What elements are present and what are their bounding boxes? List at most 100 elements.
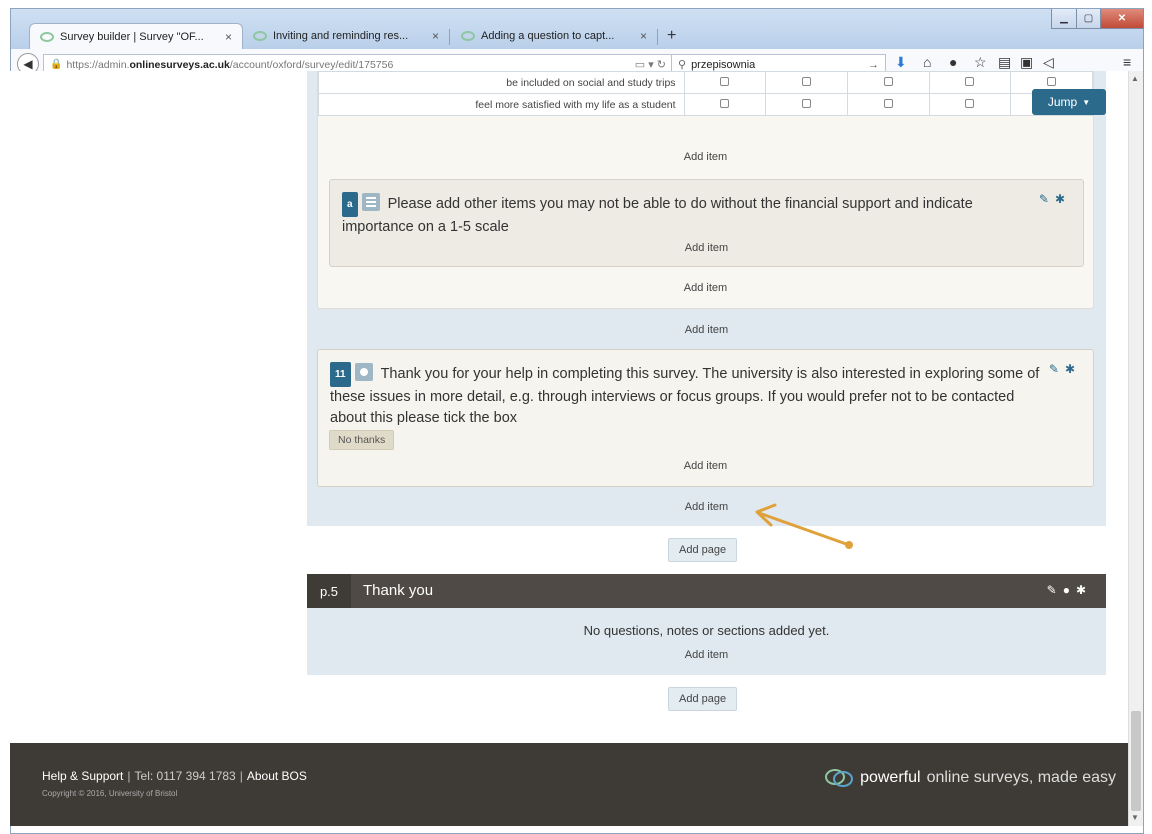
add-page-button[interactable]: Add page (668, 538, 738, 562)
brand-rest: online surveys, made easy (926, 769, 1116, 786)
bookmarks-list-icon[interactable]: ▤ (998, 54, 1011, 71)
add-item-link[interactable]: Add item (318, 151, 1093, 163)
lock-icon: 🔒 (50, 59, 63, 70)
add-item-link[interactable]: Add item (330, 242, 1083, 254)
matrix-checkbox[interactable] (720, 98, 730, 108)
page-title: Thank you (363, 582, 434, 599)
url-prefix: https://admin. (66, 58, 130, 71)
gear-icon[interactable]: ✱ (1065, 362, 1081, 376)
table-row: be included on social and study trips (318, 71, 1093, 94)
telephone-text: Tel: 0117 394 1783 (134, 769, 236, 783)
question-badge: 11 (330, 362, 351, 387)
tab-label: Survey builder | Survey "OF... (60, 30, 204, 43)
close-window-button[interactable]: ✕ (1100, 9, 1144, 29)
tab-adding-question[interactable]: Adding a question to capt... × (451, 23, 657, 49)
url-path: /account/oxford/survey/edit/175756 (229, 58, 394, 71)
bookmark-star-icon[interactable]: ☆ (974, 54, 987, 71)
matrix-checkbox[interactable] (965, 76, 975, 86)
gear-icon[interactable]: ✱ (1055, 192, 1071, 206)
page-4-body: be included on social and study trips fe… (307, 71, 1106, 526)
caret-down-icon: ▼ (1082, 97, 1091, 107)
tab-separator (449, 29, 450, 45)
footer-links: Help & Support | Tel: 0117 394 1783 | About … (42, 769, 307, 783)
text-question-icon (361, 193, 380, 211)
gear-icon[interactable]: ✱ (1076, 583, 1092, 597)
pencil-icon[interactable]: ✎ (1049, 362, 1065, 376)
pocket-icon[interactable]: ▣ (1020, 54, 1033, 71)
brand-tagline: powerful online surveys, made easy (824, 767, 1116, 789)
radio-question-icon (354, 363, 373, 381)
question-card-11: 11 Thank you for your help in completing … (317, 349, 1094, 487)
matrix-checkbox[interactable] (802, 76, 812, 86)
question-text-block: 11 Thank you for your help in completing … (330, 362, 1045, 429)
eye-icon[interactable]: ● (1063, 583, 1076, 597)
page-number: p.5 (307, 574, 351, 608)
section-block: be included on social and study trips fe… (317, 71, 1094, 309)
pencil-icon[interactable]: ✎ (1039, 192, 1055, 206)
answer-option: No thanks (329, 430, 395, 450)
about-bos-link[interactable]: About BOS (247, 769, 307, 783)
tab-label: Inviting and reminding res... (273, 30, 409, 42)
question-text: Thank you for your help in completing th… (330, 366, 1040, 426)
add-page-button[interactable]: Add page (668, 687, 738, 711)
matrix-checkbox[interactable] (720, 76, 730, 86)
search-go-icon[interactable]: → (868, 59, 879, 71)
site-footer: Help & Support | Tel: 0117 394 1783 | About … (10, 743, 1128, 826)
copyright-text: Copyright © 2016, University of Bristol (42, 789, 178, 798)
tab-survey-builder[interactable]: Survey builder | Survey "OF... × (29, 23, 243, 49)
tab-inviting-reminding[interactable]: Inviting and reminding res... × (243, 23, 449, 49)
matrix-checkbox[interactable] (883, 98, 893, 108)
question-card-a: a Please add other items you may not be a… (329, 179, 1084, 267)
matrix-row-label: be included on social and study trips (318, 71, 685, 94)
brand-strong: powerful (860, 769, 921, 786)
help-support-link[interactable]: Help & Support (42, 769, 123, 783)
empty-page-message: No questions, notes or sections added ye… (583, 623, 830, 638)
matrix-checkbox[interactable] (965, 98, 975, 108)
pencil-icon[interactable]: ✎ (1047, 583, 1063, 597)
add-item-link[interactable]: Add item (307, 649, 1106, 661)
site-favicon-icon (461, 31, 475, 41)
reader-refresh-icons[interactable]: ▭ ▾ ↻ (635, 58, 666, 71)
matrix-table: be included on social and study trips fe… (318, 71, 1093, 116)
add-item-link-highlighted[interactable]: Add item (307, 501, 1106, 513)
scroll-up-icon[interactable]: ▲ (1131, 74, 1139, 83)
site-favicon-icon (253, 31, 267, 41)
jump-button[interactable]: Jump ▼ (1032, 89, 1106, 115)
tab-separator (657, 29, 658, 45)
question-text-block: a Please add other items you may not be a… (342, 192, 1035, 238)
matrix-checkbox[interactable] (883, 76, 893, 86)
minimize-button[interactable]: ▁ (1051, 9, 1077, 29)
add-item-link[interactable]: Add item (307, 324, 1106, 336)
scroll-down-icon[interactable]: ▼ (1131, 813, 1139, 822)
table-row: feel more satisfied with my life as a st… (318, 93, 1093, 116)
title-bar: Survey builder | Survey "OF... × Invitin… (11, 9, 1144, 49)
close-tab-icon[interactable]: × (640, 29, 647, 43)
annotation-arrow (755, 503, 853, 549)
download-icon[interactable]: ⬇ (895, 54, 907, 71)
search-input[interactable]: przepisownia (691, 59, 755, 71)
add-item-link[interactable]: Add item (318, 460, 1093, 472)
arrow-left-icon: ◀ (23, 57, 33, 71)
brand-logo-icon (825, 769, 854, 787)
question-badge: a (342, 192, 358, 217)
home-icon[interactable]: ⌂ (923, 54, 931, 70)
site-favicon-icon (40, 31, 54, 42)
scroll-thumb[interactable] (1131, 711, 1141, 811)
chat-icon[interactable]: ● (949, 54, 957, 70)
new-tab-button[interactable]: + (667, 27, 676, 45)
add-item-link[interactable]: Add item (318, 282, 1093, 294)
maximize-button[interactable]: ▢ (1076, 9, 1101, 29)
vertical-scrollbar[interactable]: ▲ ▼ (1128, 71, 1143, 826)
close-tab-icon[interactable]: × (225, 30, 232, 44)
close-tab-icon[interactable]: × (432, 29, 439, 43)
search-icon: ⚲ (678, 59, 687, 71)
jump-label: Jump (1047, 95, 1078, 109)
matrix-checkbox[interactable] (802, 98, 812, 108)
card-tools: ✎✱ (1039, 192, 1071, 206)
send-icon[interactable]: ◁ (1043, 54, 1054, 71)
tab-label: Adding a question to capt... (481, 30, 615, 42)
question-text: Please add other items you may not be ab… (342, 196, 973, 235)
matrix-checkbox[interactable] (1047, 76, 1057, 86)
menu-icon[interactable]: ≡ (1123, 54, 1131, 70)
card-tools: ✎✱ (1049, 362, 1081, 376)
